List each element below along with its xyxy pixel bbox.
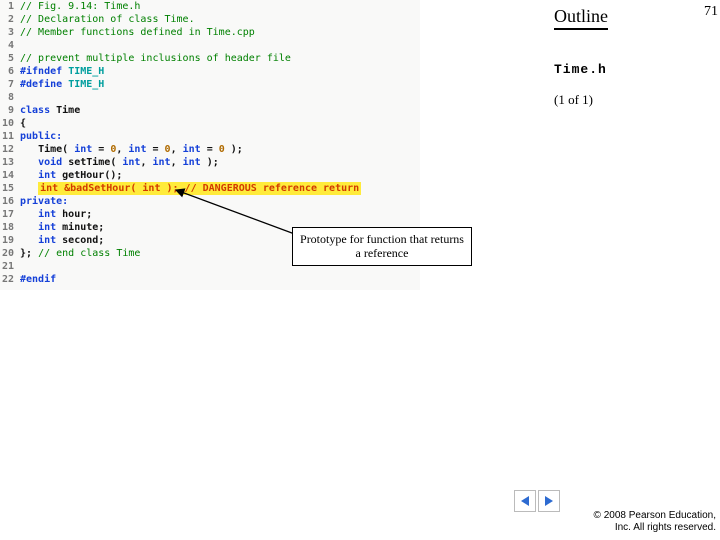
next-button[interactable] xyxy=(538,490,560,512)
code-content: public: xyxy=(20,130,62,143)
line-number: 16 xyxy=(0,195,20,208)
code-line: 6#ifndef TIME_H xyxy=(0,65,420,78)
callout-box: Prototype for function that returns a re… xyxy=(292,227,472,266)
code-content: void setTime( int, int, int ); xyxy=(20,156,219,169)
code-content: }; // end class Time xyxy=(20,247,140,260)
line-number: 14 xyxy=(0,169,20,182)
code-content: private: xyxy=(20,195,68,208)
code-content: #endif xyxy=(20,273,56,286)
line-number: 17 xyxy=(0,208,20,221)
page-of: (1 of 1) xyxy=(554,92,593,108)
line-number: 4 xyxy=(0,39,20,52)
code-line: 15 int &badSetHour( int ); // DANGEROUS … xyxy=(0,182,420,195)
line-number: 12 xyxy=(0,143,20,156)
code-content: int hour; xyxy=(20,208,92,221)
line-number: 8 xyxy=(0,91,20,104)
copyright: © 2008 Pearson Education, Inc. All right… xyxy=(594,510,716,534)
code-line: 8 xyxy=(0,91,420,104)
code-line: 5// prevent multiple inclusions of heade… xyxy=(0,52,420,65)
outline-title: Outline xyxy=(554,6,608,30)
code-content: // Declaration of class Time. xyxy=(20,13,195,26)
line-number: 1 xyxy=(0,0,20,13)
line-number: 15 xyxy=(0,182,20,195)
page-number: 71 xyxy=(704,4,718,20)
code-line: 16private: xyxy=(0,195,420,208)
code-content: int &badSetHour( int ); // DANGEROUS ref… xyxy=(20,182,361,195)
code-line: 4 xyxy=(0,39,420,52)
line-number: 19 xyxy=(0,234,20,247)
line-number: 2 xyxy=(0,13,20,26)
code-line: 2// Declaration of class Time. xyxy=(0,13,420,26)
highlighted-line: int &badSetHour( int ); // DANGEROUS ref… xyxy=(38,182,361,195)
file-name: Time.h xyxy=(554,62,607,77)
code-content: Time( int = 0, int = 0, int = 0 ); xyxy=(20,143,243,156)
code-line: 17 int hour; xyxy=(0,208,420,221)
code-line: 7#define TIME_H xyxy=(0,78,420,91)
line-number: 5 xyxy=(0,52,20,65)
code-content: int minute; xyxy=(20,221,104,234)
code-line: 3// Member functions defined in Time.cpp xyxy=(0,26,420,39)
code-content: int getHour(); xyxy=(20,169,122,182)
copyright-line2: Inc. All rights reserved. xyxy=(615,522,716,533)
code-line: 22#endif xyxy=(0,273,420,286)
line-number: 6 xyxy=(0,65,20,78)
line-number: 20 xyxy=(0,247,20,260)
code-content: { xyxy=(20,117,26,130)
code-line: 12 Time( int = 0, int = 0, int = 0 ); xyxy=(0,143,420,156)
line-number: 7 xyxy=(0,78,20,91)
code-line: 11public: xyxy=(0,130,420,143)
code-content: class Time xyxy=(20,104,80,117)
code-content: #ifndef TIME_H xyxy=(20,65,104,78)
line-number: 22 xyxy=(0,273,20,286)
prev-button[interactable] xyxy=(514,490,536,512)
code-content: #define TIME_H xyxy=(20,78,104,91)
code-line: 1// Fig. 9.14: Time.h xyxy=(0,0,420,13)
code-content: // Fig. 9.14: Time.h xyxy=(20,0,140,13)
copyright-line1: © 2008 Pearson Education, xyxy=(594,510,716,521)
line-number: 18 xyxy=(0,221,20,234)
line-number: 11 xyxy=(0,130,20,143)
code-line: 9class Time xyxy=(0,104,420,117)
code-line: 14 int getHour(); xyxy=(0,169,420,182)
triangle-left-icon xyxy=(518,494,532,508)
code-content: int second; xyxy=(20,234,104,247)
line-number: 9 xyxy=(0,104,20,117)
line-number: 21 xyxy=(0,260,20,273)
triangle-right-icon xyxy=(542,494,556,508)
code-content: // Member functions defined in Time.cpp xyxy=(20,26,255,39)
code-content: // prevent multiple inclusions of header… xyxy=(20,52,291,65)
line-number: 3 xyxy=(0,26,20,39)
line-number: 10 xyxy=(0,117,20,130)
nav-buttons xyxy=(514,490,560,512)
line-number: 13 xyxy=(0,156,20,169)
code-line: 10{ xyxy=(0,117,420,130)
code-line: 13 void setTime( int, int, int ); xyxy=(0,156,420,169)
